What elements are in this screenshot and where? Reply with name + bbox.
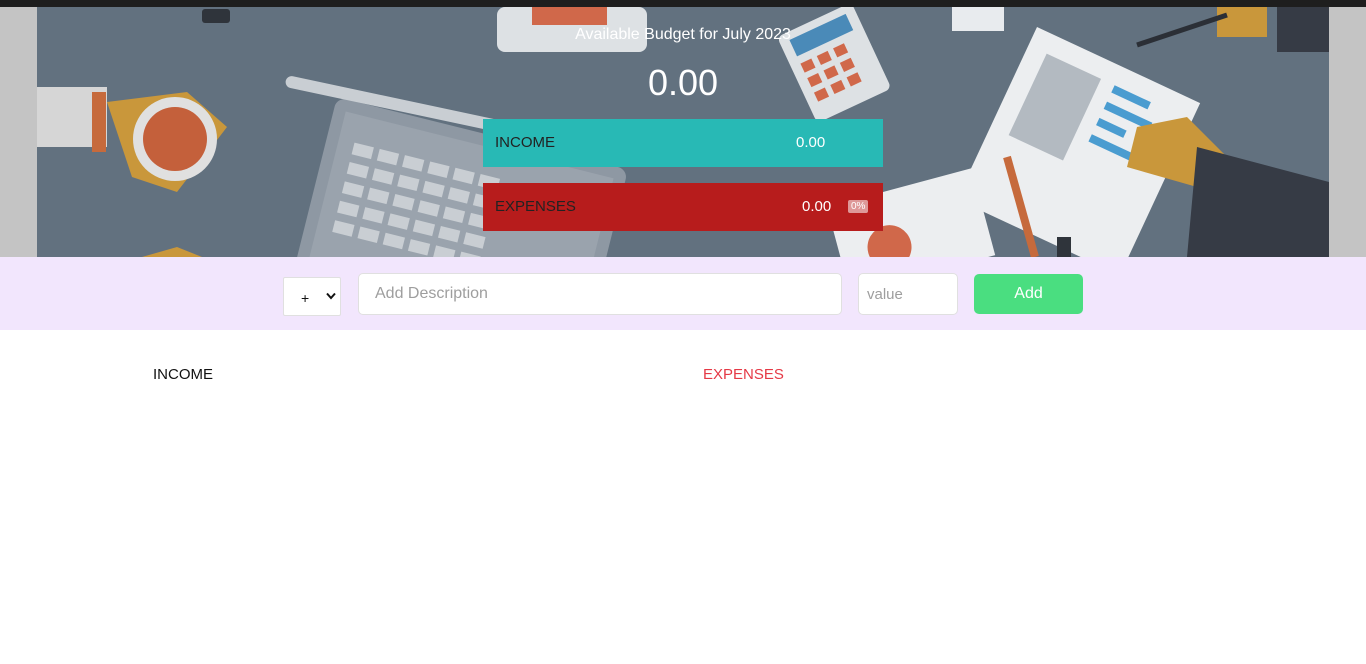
chevron-down-icon <box>326 292 336 300</box>
type-select-value: + <box>301 290 310 306</box>
description-input[interactable] <box>358 273 842 315</box>
budget-header: Available Budget for July 2023 0.00 INCO… <box>0 7 1366 257</box>
income-summary-label: INCOME <box>495 134 555 151</box>
value-input[interactable] <box>858 273 958 315</box>
available-budget-value: 0.00 <box>647 62 719 103</box>
expenses-summary: EXPENSES 0.00 0% <box>483 183 883 231</box>
type-select[interactable]: + <box>283 277 341 316</box>
expenses-list-title: EXPENSES <box>703 366 784 383</box>
income-list-title: INCOME <box>153 366 213 383</box>
window-top-bar <box>0 0 1366 7</box>
add-button[interactable]: Add <box>974 274 1083 314</box>
add-item-bar: + Add <box>0 257 1366 330</box>
budget-title: Available Budget for July 2023 <box>575 26 791 43</box>
income-summary-value: 0.00 <box>796 134 826 151</box>
expenses-percentage-badge: 0% <box>848 200 869 213</box>
expenses-summary-label: EXPENSES <box>495 198 576 215</box>
income-summary: INCOME 0.00 <box>483 119 883 167</box>
expenses-summary-value: 0.00 <box>802 198 832 215</box>
